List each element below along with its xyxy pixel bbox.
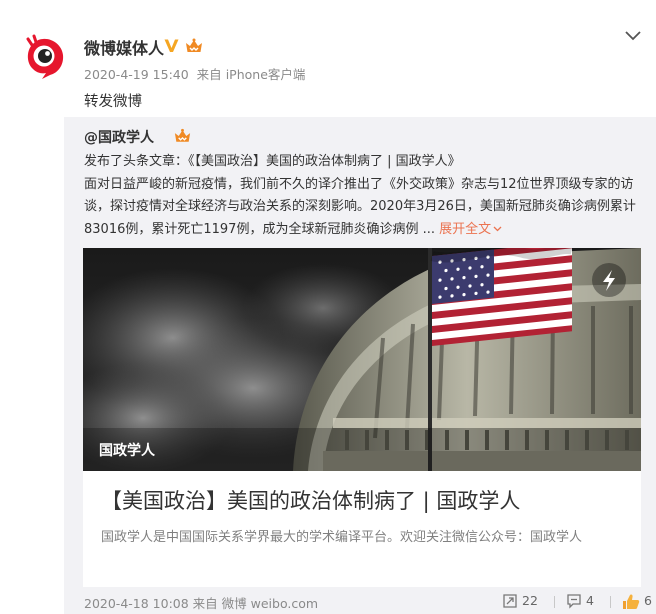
expand-full-text-link[interactable]: 展开全文 — [439, 222, 502, 237]
weibo-post: 微博媒体人 2020-4-19 15:40 来自 iPhone客户端 转发微博 @… — [0, 0, 656, 614]
repost-text: 转发微博 — [84, 94, 142, 110]
original-source-prefix: 来自 — [192, 596, 218, 611]
article-announce[interactable]: 发布了头条文章：《【美国政治】美国的政治体制病了 | 国政学人》 — [84, 151, 644, 174]
capitol-flag-image[interactable] — [83, 248, 641, 471]
original-source[interactable]: 微博 weibo.com — [222, 596, 318, 611]
lightning-icon — [592, 263, 626, 297]
article-excerpt: 面对日益严峻的新冠疫情，我们前不久的译介推出了《外交政策》杂志与12位世界顶级专… — [84, 176, 636, 237]
card-image-label: 国政学人 — [99, 443, 155, 459]
chevron-down-icon[interactable] — [624, 30, 642, 42]
divider — [610, 596, 611, 608]
source-prefix: 来自 — [196, 67, 222, 82]
card-description: 国政学人是中国国际关系学界最大的学术编译平台。欢迎关注微信公众号：国政学人 — [101, 530, 583, 545]
post-time[interactable]: 2020-4-19 15:40 — [84, 67, 189, 82]
expand-label[interactable]: 展开全文 — [439, 222, 491, 237]
post-meta: 2020-4-19 15:40 来自 iPhone客户端 — [84, 64, 309, 83]
divider — [554, 596, 555, 608]
article-card[interactable]: 国政学人 【美国政治】美国的政治体制病了 | 国政学人 国政学人是中国国际关系学… — [83, 248, 641, 587]
user-name[interactable]: 微博媒体人 — [84, 35, 164, 59]
original-text: 发布了头条文章：《【美国政治】美国的政治体制病了 | 国政学人》 面对日益严峻的… — [84, 151, 644, 241]
card-title[interactable]: 【美国政治】美国的政治体制病了 | 国政学人 — [101, 485, 520, 515]
post-source[interactable]: iPhone客户端 — [226, 67, 306, 82]
vip-member-icon[interactable] — [173, 127, 192, 145]
original-meta: 2020-4-18 10:08 来自 微博 weibo.com — [84, 593, 318, 612]
repost-count: 22 — [522, 593, 538, 608]
vip-member-icon[interactable] — [184, 37, 204, 55]
original-author[interactable]: @国政学人 — [84, 127, 154, 147]
chevron-down-icon — [493, 226, 502, 232]
original-time[interactable]: 2020-4-18 10:08 — [84, 596, 189, 611]
like-thumb-icon — [623, 594, 640, 609]
like-count: 6 — [644, 593, 652, 608]
comment-icon — [567, 594, 581, 609]
verified-v-icon — [164, 39, 179, 52]
weibo-media-avatar[interactable] — [20, 33, 68, 81]
comment-count: 4 — [586, 593, 594, 608]
repost-icon — [503, 594, 517, 608]
original-post: @国政学人 发布了头条文章：《【美国政治】美国的政治体制病了 | 国政学人》 面… — [64, 117, 656, 614]
